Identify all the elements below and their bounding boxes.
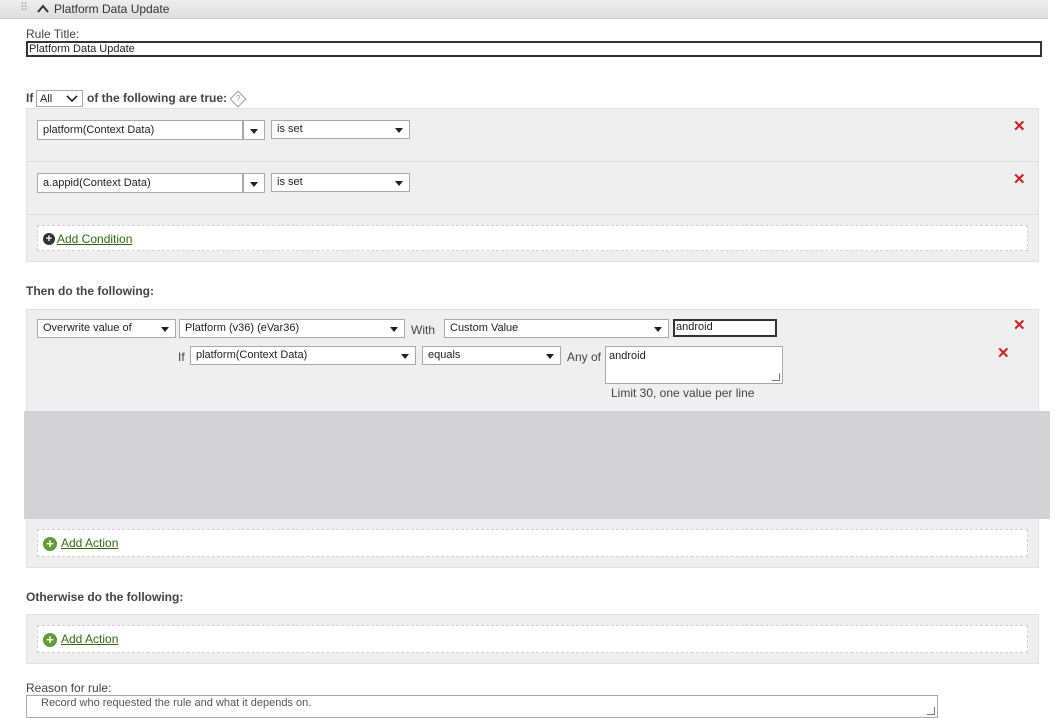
drag-handle-icon[interactable]: ⠿ [20, 2, 32, 14]
with-value-select[interactable]: Custom Value [444, 319, 669, 338]
chevron-down-icon [66, 95, 78, 103]
add-otherwise-action-area: + Add Action [37, 625, 1028, 653]
remove-condition-icon[interactable]: ✕ [1013, 172, 1026, 187]
condition-operator-select[interactable]: is set [271, 120, 410, 139]
plus-circle-icon[interactable]: + [43, 233, 55, 245]
sub-if-label: If [178, 350, 185, 364]
condition-divider [27, 214, 1038, 215]
condition-field-combo[interactable]: a.appid(Context Data) [37, 173, 243, 193]
action-type-select[interactable]: Overwrite value of [37, 319, 176, 338]
condition-field-dropdown[interactable] [243, 120, 265, 140]
plus-circle-icon[interactable]: + [43, 537, 57, 551]
any-of-values-text: android [609, 350, 646, 362]
condition-field-combo[interactable]: platform(Context Data) [37, 120, 243, 140]
caret-down-icon [390, 327, 398, 332]
match-select-value: All [40, 93, 53, 105]
resize-handle-icon[interactable] [772, 373, 780, 381]
help-icon[interactable]: ? [229, 90, 247, 108]
condition-operator-select[interactable]: is set [271, 173, 410, 192]
reason-textarea[interactable]: Record who requested the rule and what i… [26, 695, 938, 718]
add-action-link[interactable]: Add Action [61, 536, 118, 550]
any-of-values-textarea[interactable]: android [605, 346, 783, 384]
action-variable-value: Platform (v36) (eVar36) [185, 322, 300, 334]
condition-operator-value: is set [277, 123, 303, 135]
add-condition-link[interactable]: Add Condition [57, 232, 132, 246]
actions-heading: Then do the following: [26, 284, 154, 298]
remove-action-icon[interactable]: ✕ [1013, 318, 1026, 333]
action-variable-select[interactable]: Platform (v36) (eVar36) [179, 319, 405, 338]
values-hint: Limit 30, one value per line [611, 386, 755, 400]
caret-down-icon [654, 327, 662, 332]
caret-down-icon [250, 129, 258, 134]
sub-condition-operator-select[interactable]: equals [422, 346, 561, 365]
condition-divider [27, 161, 1038, 162]
add-condition-area: + Add Condition [37, 225, 1028, 251]
sub-condition-field-select[interactable]: platform(Context Data) [190, 346, 416, 365]
remove-condition-icon[interactable]: ✕ [1013, 119, 1026, 134]
drop-zone [24, 411, 1050, 519]
if-label: If [26, 91, 34, 105]
condition-operator-value: is set [277, 176, 303, 188]
resize-handle-icon[interactable] [927, 707, 935, 715]
caret-down-icon [395, 128, 403, 133]
add-otherwise-action-link[interactable]: Add Action [61, 632, 118, 646]
add-action-area: + Add Action [37, 529, 1028, 557]
rule-header[interactable]: ⠿ Platform Data Update [0, 0, 1048, 19]
action-type-value: Overwrite value of [43, 322, 132, 334]
rule-title-label: Rule Title: [26, 27, 80, 41]
caret-down-icon [546, 354, 554, 359]
plus-circle-icon[interactable]: + [43, 633, 57, 647]
match-select[interactable]: All [36, 90, 83, 107]
caret-down-icon [161, 327, 169, 332]
rule-title-input[interactable]: Platform Data Update [26, 41, 1042, 57]
caret-down-icon [401, 354, 409, 359]
reason-label: Reason for rule: [26, 681, 112, 695]
with-value-value: Custom Value [450, 322, 519, 334]
reason-placeholder: Record who requested the rule and what i… [41, 697, 312, 709]
condition-field-dropdown[interactable] [243, 173, 265, 193]
remove-sub-condition-icon[interactable]: ✕ [997, 346, 1010, 361]
otherwise-heading: Otherwise do the following: [26, 590, 184, 604]
chevron-up-icon[interactable] [36, 3, 50, 15]
rule-header-title: Platform Data Update [54, 2, 170, 16]
custom-value-input[interactable]: android [673, 319, 777, 337]
conditions-suffix: of the following are true: [87, 91, 227, 105]
caret-down-icon [250, 182, 258, 187]
caret-down-icon [395, 181, 403, 186]
sub-condition-field-value: platform(Context Data) [196, 349, 308, 361]
with-label: With [411, 323, 435, 337]
sub-condition-operator-value: equals [428, 349, 461, 361]
any-of-label: Any of [567, 350, 602, 364]
